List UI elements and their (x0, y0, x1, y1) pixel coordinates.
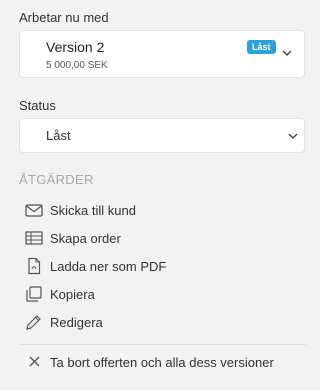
version-title: Version 2 (46, 39, 105, 55)
working-on-label: Arbetar nu med (19, 10, 109, 25)
status-select[interactable]: Låst (19, 118, 305, 153)
envelope-icon (25, 204, 43, 217)
copy-label: Kopiera (50, 286, 95, 302)
status-badge: Låst (247, 40, 276, 54)
status-select-value: Låst (46, 128, 71, 143)
download-pdf-action[interactable]: Ladda ner som PDF (24, 255, 304, 277)
pencil-icon (26, 315, 41, 330)
copy-icon (26, 286, 42, 302)
delete-offer-label: Ta bort offerten och alla dess versioner (50, 354, 274, 370)
send-to-customer-label: Skicka till kund (50, 202, 136, 218)
close-icon (29, 356, 40, 367)
create-order-label: Skapa order (50, 230, 121, 246)
divider (19, 344, 306, 345)
delete-offer-action[interactable]: Ta bort offerten och alla dess versioner (24, 351, 304, 373)
chevron-down-icon (282, 50, 292, 56)
create-order-action[interactable]: Skapa order (24, 227, 304, 249)
download-pdf-label: Ladda ner som PDF (50, 258, 167, 274)
pdf-file-icon (28, 257, 41, 275)
offer-side-panel: Arbetar nu med Version 2 5 000,00 SEK Lå… (0, 0, 320, 390)
version-amount: 5 000,00 SEK (46, 60, 108, 71)
actions-heading: ÅTGÄRDER (19, 172, 94, 187)
edit-action[interactable]: Redigera (24, 311, 304, 333)
chevron-down-icon (288, 133, 298, 139)
status-label: Status (19, 98, 56, 113)
version-selector[interactable]: Version 2 5 000,00 SEK Låst (19, 30, 305, 78)
copy-action[interactable]: Kopiera (24, 283, 304, 305)
edit-label: Redigera (50, 314, 103, 330)
send-to-customer-action[interactable]: Skicka till kund (24, 199, 304, 221)
table-icon (25, 231, 43, 245)
